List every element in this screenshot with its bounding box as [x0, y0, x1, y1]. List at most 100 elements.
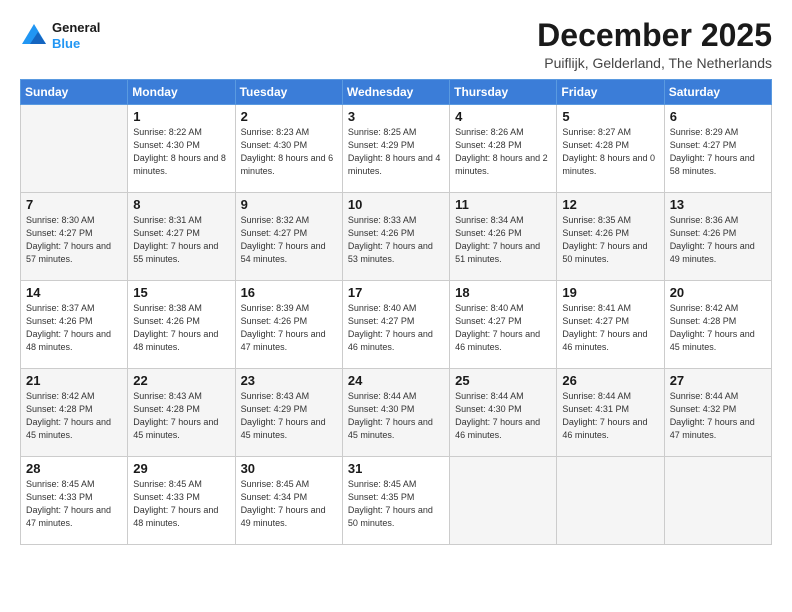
day-number: 27	[670, 373, 766, 388]
day-number: 24	[348, 373, 444, 388]
day-number: 30	[241, 461, 337, 476]
day-info: Sunrise: 8:27 AM Sunset: 4:28 PM Dayligh…	[562, 126, 658, 178]
calendar-cell: 7 Sunrise: 8:30 AM Sunset: 4:27 PM Daylig…	[21, 193, 128, 281]
day-number: 25	[455, 373, 551, 388]
day-number: 4	[455, 109, 551, 124]
calendar-cell: 21Sunrise: 8:42 AM Sunset: 4:28 PM Dayli…	[21, 369, 128, 457]
day-info: Sunrise: 8:43 AM Sunset: 4:28 PM Dayligh…	[133, 390, 229, 442]
calendar-cell: 3 Sunrise: 8:25 AM Sunset: 4:29 PM Daylig…	[342, 105, 449, 193]
page: General Blue December 2025 Puiflijk, Gel…	[0, 0, 792, 612]
day-info: Sunrise: 8:25 AM Sunset: 4:29 PM Dayligh…	[348, 126, 444, 178]
day-number: 18	[455, 285, 551, 300]
logo-icon	[20, 22, 48, 50]
day-info: Sunrise: 8:44 AM Sunset: 4:30 PM Dayligh…	[348, 390, 444, 442]
day-number: 11	[455, 197, 551, 212]
title-block: December 2025 Puiflijk, Gelderland, The …	[537, 18, 772, 71]
calendar-cell: 5Sunrise: 8:27 AM Sunset: 4:28 PM Daylig…	[557, 105, 664, 193]
logo-text: General Blue	[52, 20, 100, 51]
col-sunday: Sunday	[21, 80, 128, 105]
col-friday: Friday	[557, 80, 664, 105]
calendar-cell: 17Sunrise: 8:40 AM Sunset: 4:27 PM Dayli…	[342, 281, 449, 369]
logo: General Blue	[20, 20, 100, 51]
calendar-cell	[450, 457, 557, 545]
calendar-cell: 26Sunrise: 8:44 AM Sunset: 4:31 PM Dayli…	[557, 369, 664, 457]
day-number: 17	[348, 285, 444, 300]
day-number: 10	[348, 197, 444, 212]
calendar-cell	[664, 457, 771, 545]
day-number: 12	[562, 197, 658, 212]
header-row: Sunday Monday Tuesday Wednesday Thursday…	[21, 80, 772, 105]
calendar-cell: 30 Sunrise: 8:45 AM Sunset: 4:34 PM Dayli…	[235, 457, 342, 545]
calendar-header: Sunday Monday Tuesday Wednesday Thursday…	[21, 80, 772, 105]
day-number: 7	[26, 197, 122, 212]
col-saturday: Saturday	[664, 80, 771, 105]
calendar-cell: 12 Sunrise: 8:35 AM Sunset: 4:26 PM Dayli…	[557, 193, 664, 281]
calendar-cell: 2Sunrise: 8:23 AM Sunset: 4:30 PM Daylig…	[235, 105, 342, 193]
day-info: Sunrise: 8:41 AM Sunset: 4:27 PM Dayligh…	[562, 302, 658, 354]
day-info: Sunrise: 8:23 AM Sunset: 4:30 PM Dayligh…	[241, 126, 337, 178]
calendar-week-5: 28 Sunrise: 8:45 AM Sunset: 4:33 PM Dayli…	[21, 457, 772, 545]
day-info: Sunrise: 8:43 AM Sunset: 4:29 PM Dayligh…	[241, 390, 337, 442]
day-number: 28	[26, 461, 122, 476]
calendar-body: 1 Sunrise: 8:22 AM Sunset: 4:30 PM Daylig…	[21, 105, 772, 545]
day-number: 26	[562, 373, 658, 388]
col-monday: Monday	[128, 80, 235, 105]
day-number: 19	[562, 285, 658, 300]
calendar-cell	[557, 457, 664, 545]
day-info: Sunrise: 8:30 AM Sunset: 4:27 PM Dayligh…	[26, 214, 122, 266]
day-number: 29	[133, 461, 229, 476]
day-number: 20	[670, 285, 766, 300]
day-info: Sunrise: 8:22 AM Sunset: 4:30 PM Dayligh…	[133, 126, 229, 178]
calendar-week-4: 21Sunrise: 8:42 AM Sunset: 4:28 PM Dayli…	[21, 369, 772, 457]
day-info: Sunrise: 8:38 AM Sunset: 4:26 PM Dayligh…	[133, 302, 229, 354]
day-info: Sunrise: 8:33 AM Sunset: 4:26 PM Dayligh…	[348, 214, 444, 266]
day-info: Sunrise: 8:39 AM Sunset: 4:26 PM Dayligh…	[241, 302, 337, 354]
day-number: 14	[26, 285, 122, 300]
calendar-cell: 15Sunrise: 8:38 AM Sunset: 4:26 PM Dayli…	[128, 281, 235, 369]
calendar-week-3: 14 Sunrise: 8:37 AM Sunset: 4:26 PM Dayli…	[21, 281, 772, 369]
calendar-cell: 10 Sunrise: 8:33 AM Sunset: 4:26 PM Dayli…	[342, 193, 449, 281]
header: General Blue December 2025 Puiflijk, Gel…	[20, 18, 772, 71]
day-info: Sunrise: 8:32 AM Sunset: 4:27 PM Dayligh…	[241, 214, 337, 266]
calendar-cell: 25Sunrise: 8:44 AM Sunset: 4:30 PM Dayli…	[450, 369, 557, 457]
day-info: Sunrise: 8:40 AM Sunset: 4:27 PM Dayligh…	[455, 302, 551, 354]
col-wednesday: Wednesday	[342, 80, 449, 105]
col-tuesday: Tuesday	[235, 80, 342, 105]
main-title: December 2025	[537, 18, 772, 53]
calendar-cell: 4 Sunrise: 8:26 AM Sunset: 4:28 PM Daylig…	[450, 105, 557, 193]
calendar-week-2: 7 Sunrise: 8:30 AM Sunset: 4:27 PM Daylig…	[21, 193, 772, 281]
day-info: Sunrise: 8:44 AM Sunset: 4:32 PM Dayligh…	[670, 390, 766, 442]
day-info: Sunrise: 8:31 AM Sunset: 4:27 PM Dayligh…	[133, 214, 229, 266]
calendar-cell	[21, 105, 128, 193]
day-number: 16	[241, 285, 337, 300]
day-info: Sunrise: 8:45 AM Sunset: 4:34 PM Dayligh…	[241, 478, 337, 530]
day-number: 13	[670, 197, 766, 212]
calendar-cell: 18 Sunrise: 8:40 AM Sunset: 4:27 PM Dayli…	[450, 281, 557, 369]
day-number: 23	[241, 373, 337, 388]
calendar-cell: 16 Sunrise: 8:39 AM Sunset: 4:26 PM Dayli…	[235, 281, 342, 369]
day-info: Sunrise: 8:42 AM Sunset: 4:28 PM Dayligh…	[670, 302, 766, 354]
day-number: 9	[241, 197, 337, 212]
calendar-cell: 22 Sunrise: 8:43 AM Sunset: 4:28 PM Dayli…	[128, 369, 235, 457]
day-number: 22	[133, 373, 229, 388]
col-thursday: Thursday	[450, 80, 557, 105]
calendar-cell: 13Sunrise: 8:36 AM Sunset: 4:26 PM Dayli…	[664, 193, 771, 281]
day-info: Sunrise: 8:26 AM Sunset: 4:28 PM Dayligh…	[455, 126, 551, 178]
day-info: Sunrise: 8:45 AM Sunset: 4:33 PM Dayligh…	[133, 478, 229, 530]
calendar-cell: 24 Sunrise: 8:44 AM Sunset: 4:30 PM Dayli…	[342, 369, 449, 457]
calendar-cell: 6 Sunrise: 8:29 AM Sunset: 4:27 PM Daylig…	[664, 105, 771, 193]
day-number: 1	[133, 109, 229, 124]
calendar-cell: 20 Sunrise: 8:42 AM Sunset: 4:28 PM Dayli…	[664, 281, 771, 369]
calendar-cell: 11Sunrise: 8:34 AM Sunset: 4:26 PM Dayli…	[450, 193, 557, 281]
calendar-cell: 27 Sunrise: 8:44 AM Sunset: 4:32 PM Dayli…	[664, 369, 771, 457]
day-info: Sunrise: 8:42 AM Sunset: 4:28 PM Dayligh…	[26, 390, 122, 442]
day-number: 3	[348, 109, 444, 124]
calendar-cell: 28Sunrise: 8:45 AM Sunset: 4:33 PM Dayli…	[21, 457, 128, 545]
day-info: Sunrise: 8:37 AM Sunset: 4:26 PM Dayligh…	[26, 302, 122, 354]
day-number: 6	[670, 109, 766, 124]
calendar-table: Sunday Monday Tuesday Wednesday Thursday…	[20, 79, 772, 545]
day-info: Sunrise: 8:29 AM Sunset: 4:27 PM Dayligh…	[670, 126, 766, 178]
calendar-cell: 9 Sunrise: 8:32 AM Sunset: 4:27 PM Daylig…	[235, 193, 342, 281]
calendar-cell: 31Sunrise: 8:45 AM Sunset: 4:35 PM Dayli…	[342, 457, 449, 545]
day-info: Sunrise: 8:35 AM Sunset: 4:26 PM Dayligh…	[562, 214, 658, 266]
